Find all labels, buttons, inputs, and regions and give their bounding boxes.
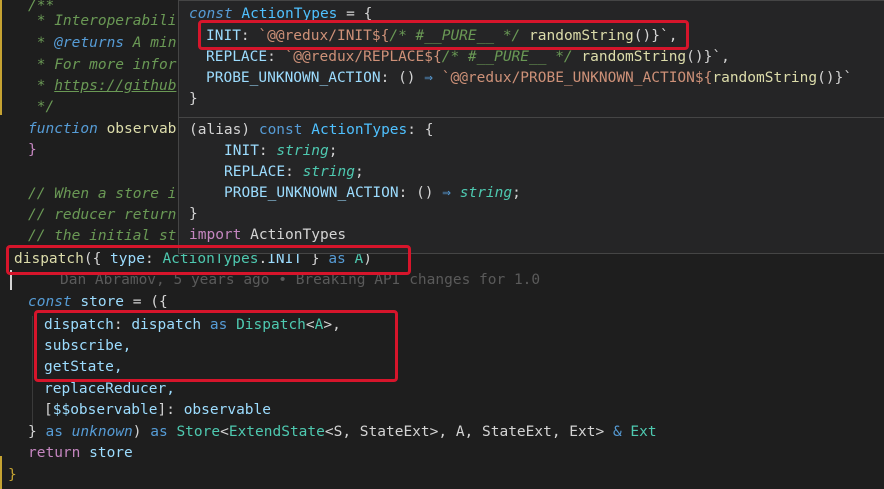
definition-preview: const ActionTypes = { INIT: `@@redux/INI… [179, 1, 884, 117]
tooltip-line: PROBE_UNKNOWN_ACTION: () ⇒ string; [224, 185, 521, 201]
tooltip-divider [179, 117, 884, 118]
code-line[interactable]: // When a store i [28, 184, 176, 205]
highlight-box-store [34, 310, 398, 382]
highlight-box-dispatch [6, 245, 411, 275]
code-line[interactable]: */ [28, 97, 54, 118]
tooltip-line: } [189, 91, 198, 107]
tooltip-line: REPLACE: `@@redux/REPLACE${/* #__PURE__ … [206, 49, 730, 65]
code-line[interactable]: // the initial st [28, 226, 176, 247]
github-link[interactable]: https://github [54, 78, 176, 94]
code-line[interactable]: // reducer return [28, 205, 176, 226]
tooltip-line: import ActionTypes [189, 227, 347, 243]
code-line[interactable]: replaceReducer, [44, 379, 175, 400]
code-line[interactable]: [$$observable]: observable [44, 400, 271, 421]
code-line[interactable]: } as unknown) as Store<ExtendState<S, St… [28, 422, 657, 443]
tooltip-line: (alias) const ActionTypes: { [189, 122, 434, 138]
tooltip-line: REPLACE: string; [224, 164, 364, 180]
code-line[interactable]: * For more infor [28, 55, 177, 76]
indent-guide [32, 316, 33, 426]
code-line[interactable]: function observab [28, 119, 176, 140]
highlight-box-init [198, 20, 689, 50]
code-line[interactable]: * https://github [28, 76, 177, 97]
tooltip-line: PROBE_UNKNOWN_ACTION: () ⇒ `@@redux/PROB… [206, 70, 853, 86]
tooltip-line: } [189, 206, 198, 222]
code-line[interactable]: * @returns A min [28, 33, 177, 54]
code-line[interactable]: } [8, 465, 17, 486]
code-line[interactable]: * Interoperabili [28, 11, 177, 32]
code-line[interactable]: return store [28, 443, 133, 464]
code-line[interactable]: } [28, 140, 37, 161]
tooltip-line: INIT: string; [224, 143, 338, 159]
git-modified-indicator[interactable] [0, 0, 2, 115]
git-modified-indicator[interactable] [0, 456, 2, 489]
